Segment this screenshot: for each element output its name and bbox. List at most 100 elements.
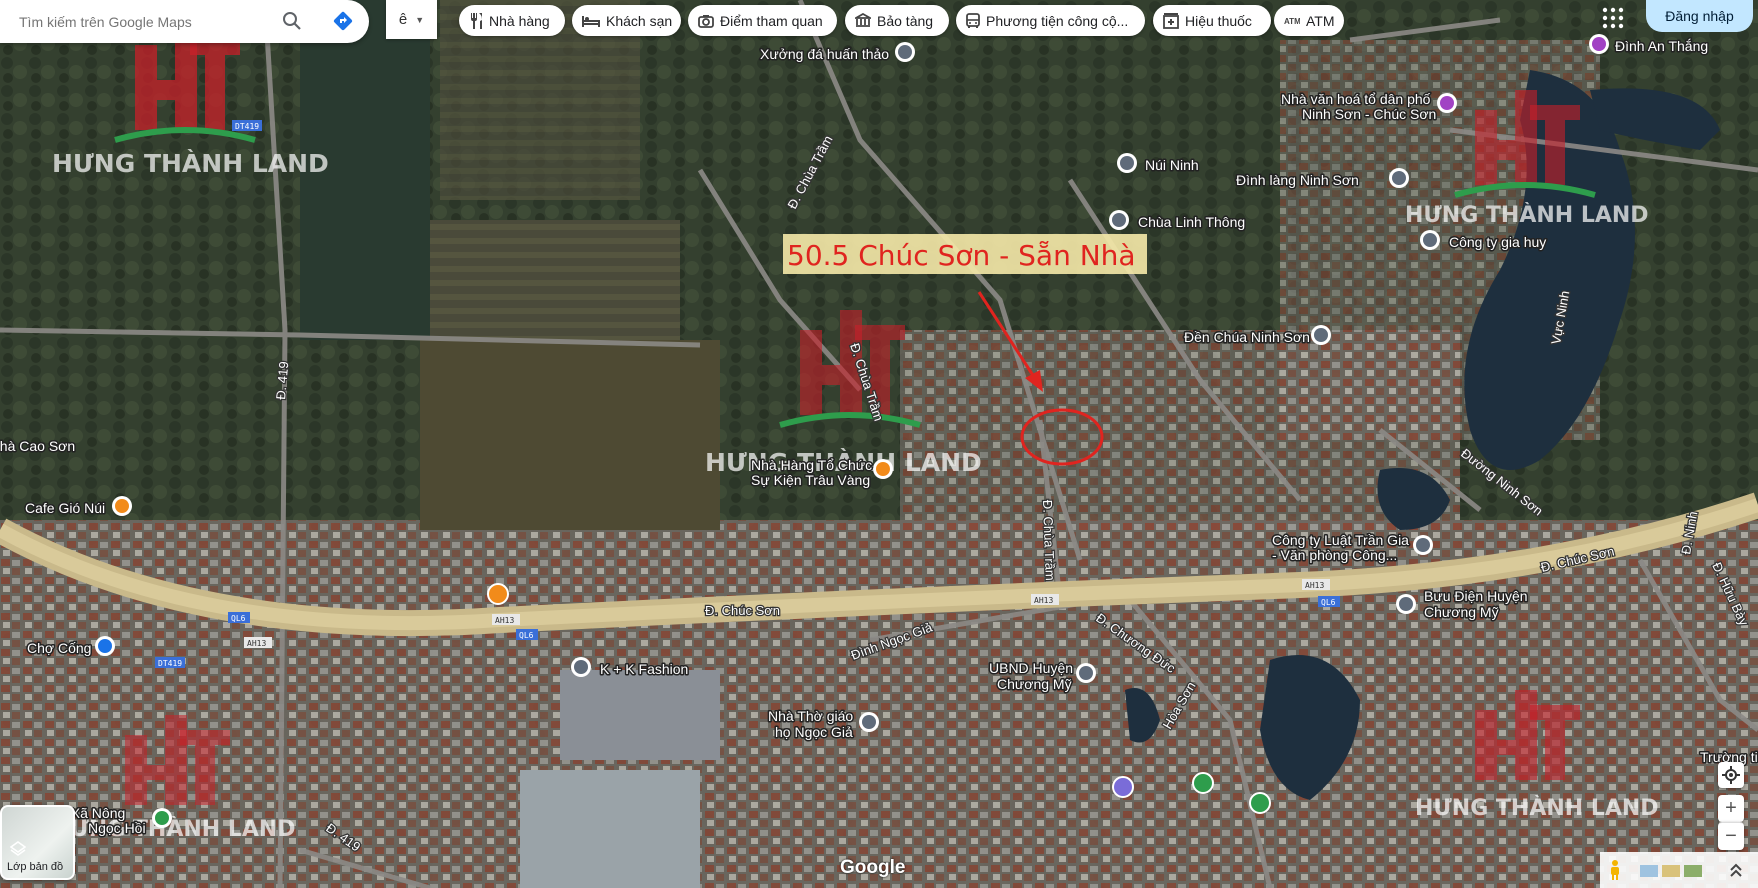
svg-text:DT419: DT419 [158,659,182,668]
route-shield: QL6 [1318,596,1340,607]
place-label: nhà Cao Sơn [0,437,77,456]
svg-text:Nhà văn hoá tổ dân phố: Nhà văn hoá tổ dân phố [1281,91,1431,107]
watermark-text: HƯNG THÀNH LAND [1415,795,1659,821]
transit-stop-icon[interactable] [1112,776,1134,798]
zoom-in-button[interactable]: + [1718,795,1744,822]
route-shield: AH13 [244,637,272,648]
plus-icon: + [1725,797,1737,819]
svg-text:Nhà Thờ giáo: Nhà Thờ giáo [768,708,853,724]
watermark-text: HƯNG THÀNH LAND [52,149,329,178]
annotation-text: 50.5 Chúc Sơn - Sẵn Nhà [787,239,1136,272]
imagery-thumbnail[interactable] [1662,865,1680,877]
svg-text:Nhà Hàng Tổ Chức: Nhà Hàng Tổ Chức [751,457,872,473]
chip-transit[interactable]: Phương tiện công cộ... [956,5,1145,36]
chip-pharmacy[interactable]: Hiệu thuốc [1153,5,1271,36]
park-icon[interactable] [1192,772,1214,794]
svg-text:Chương Mỹ: Chương Mỹ [997,676,1072,692]
satellite-map[interactable]: HƯNG THÀNH LAND HƯNG THÀNH LAND HƯNG THÀ… [0,0,1758,888]
route-shield: QL6 [516,629,538,640]
road-label: Đ. Chúc Sơn [705,603,780,618]
chip-label: Khách sạn [606,12,673,29]
search-input[interactable] [17,12,281,31]
svg-text:Chợ Cống: Chợ Cống [27,640,91,656]
layers-button[interactable]: Lớp bản đồ [0,805,75,880]
apps-grid-icon[interactable] [1600,5,1626,31]
svg-text:QL6: QL6 [1321,598,1336,607]
svg-text:Xưởng đá huấn thảo: Xưởng đá huấn thảo [760,46,889,62]
bus-icon [966,12,980,28]
route-shield: AH13 [1302,579,1330,590]
route-shield: AH13 [492,614,520,625]
svg-text:Đền Chúa Ninh Sơn: Đền Chúa Ninh Sơn [1184,329,1310,345]
svg-text:- Văn phòng Công...: - Văn phòng Công... [1272,547,1397,563]
svg-text:Bưu Điện Huyện: Bưu Điện Huyện [1424,588,1528,604]
svg-text:Núi Ninh: Núi Ninh [1145,157,1199,173]
chip-atm[interactable]: ATM ATM [1274,5,1344,36]
museum-icon [855,13,871,27]
svg-text:Sự Kiện Trâu Vàng: Sự Kiện Trâu Vàng [751,472,870,488]
bottom-toolbar [1600,852,1758,888]
chevron-up-icon[interactable] [1730,863,1742,877]
my-location-button[interactable] [1718,762,1744,788]
my-location-icon [1722,766,1740,784]
search-box[interactable] [0,0,369,43]
chip-label: Phương tiện công cộ... [986,12,1129,29]
google-logo: Google [840,857,906,878]
svg-text:DT419: DT419 [235,122,259,131]
hotel-icon [582,15,600,27]
chevron-down-icon[interactable]: ▼ [415,15,424,25]
chip-restaurant[interactable]: Nhà hàng [459,5,565,36]
pegman-icon[interactable] [1609,860,1621,880]
watermark-text: HƯNG THÀNH LAND [1405,202,1649,228]
route-shield: DT419 [232,120,262,131]
route-shield: AH13 [1031,594,1059,605]
search-icon[interactable] [278,7,306,35]
imagery-thumbnail[interactable] [1640,865,1658,877]
road-label: Đ. Chùa Trầm [1040,500,1058,581]
minus-icon: − [1725,825,1737,847]
svg-text:AH13: AH13 [247,639,266,648]
sign-in-button[interactable]: Đăng nhập [1646,0,1753,32]
chip-label: Điểm tham quan [720,12,823,29]
svg-text:nhà Cao Sơn: nhà Cao Sơn [0,438,75,454]
park-icon[interactable] [1249,792,1271,814]
svg-text:Đình An Thắng: Đình An Thắng [1615,38,1708,54]
svg-text:AH13: AH13 [1305,581,1324,590]
svg-text:Công ty Luật Trần Gia: Công ty Luật Trần Gia [1272,532,1409,548]
chip-attractions[interactable]: Điểm tham quan [688,5,837,36]
chip-label: Bảo tàng [877,12,934,29]
svg-text:K + K Fashion: K + K Fashion [600,661,688,677]
restaurant-icon[interactable] [487,583,509,605]
svg-text:Chương Mỹ: Chương Mỹ [1424,604,1499,620]
svg-text:AH13: AH13 [495,616,514,625]
imagery-thumbnail[interactable] [1684,865,1702,877]
svg-text:Công ty gia huy: Công ty gia huy [1449,234,1546,250]
camera-icon [698,14,714,28]
svg-text:QL6: QL6 [231,614,246,623]
svg-text:UBND Huyện: UBND Huyện [989,660,1073,676]
directions-icon[interactable] [329,7,357,35]
zoom-out-button[interactable]: − [1718,822,1744,850]
pharmacy-icon [1163,12,1179,29]
chip-label: Hiệu thuốc [1185,12,1252,29]
route-shield: QL6 [228,612,250,623]
restaurant-icon [471,12,482,29]
chip-hotel[interactable]: Khách sạn [572,5,681,36]
svg-text:ATM: ATM [1284,17,1300,26]
svg-text:Cafe Gió Núi: Cafe Gió Núi [25,500,105,516]
layers-label: Lớp bản đồ [7,861,64,873]
svg-text:Chùa Linh Thông: Chùa Linh Thông [1138,214,1245,230]
svg-text:AH13: AH13 [1034,596,1053,605]
route-shield: DT419 [155,657,185,668]
svg-text:họ Ngọc Giả: họ Ngọc Giả [775,724,853,740]
layers-icon [10,841,26,856]
chip-museums[interactable]: Bảo tàng [845,5,949,36]
svg-text:QL6: QL6 [519,631,534,640]
svg-text:Ngọc Hồi: Ngọc Hồi [88,820,146,836]
svg-text:Đình làng Ninh Sơn: Đình làng Ninh Sơn [1236,172,1359,188]
chip-label: Nhà hàng [489,12,550,29]
svg-text:Ninh Sơn - Chúc Sơn: Ninh Sơn - Chúc Sơn [1302,106,1436,122]
input-tools-button[interactable]: ê ▼ [386,0,437,39]
atm-icon: ATM [1284,17,1300,26]
language-label: ê [398,11,408,28]
